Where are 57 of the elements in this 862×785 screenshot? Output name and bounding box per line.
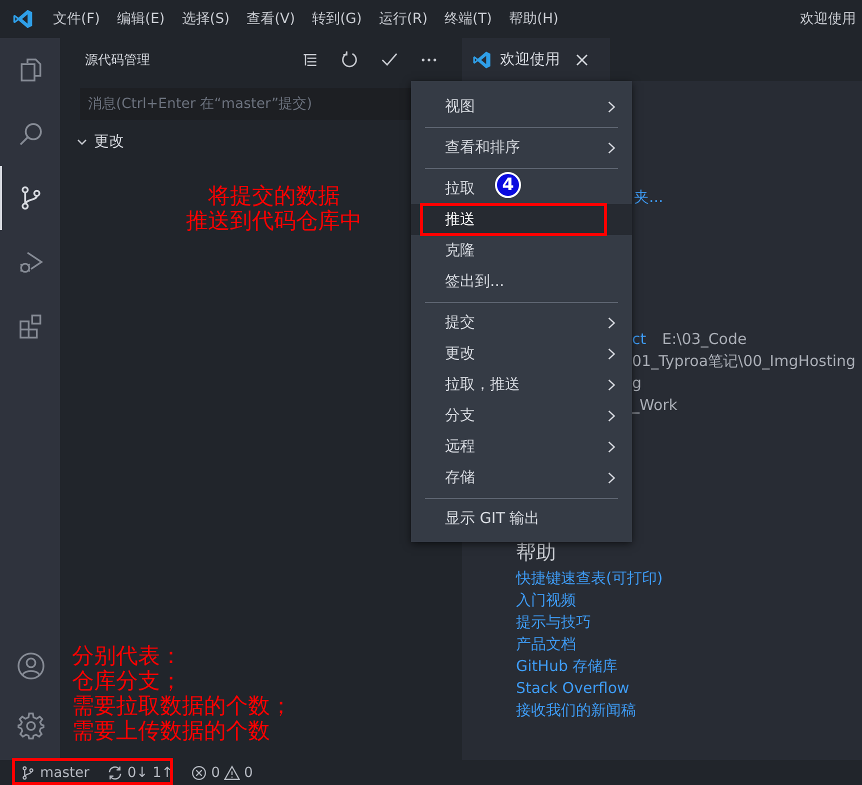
tab-label: 欢迎使用 xyxy=(500,50,560,69)
menu-item[interactable]: 更改 xyxy=(445,344,475,363)
panel-title: 源代码管理 xyxy=(85,52,150,68)
settings-icon[interactable] xyxy=(16,711,46,741)
warning-count: 0 xyxy=(244,764,253,780)
help-link[interactable]: 入门视频 xyxy=(516,591,862,613)
search-icon xyxy=(17,120,45,148)
open-folder-link[interactable]: 夹... xyxy=(634,188,862,207)
recent-project-path: 01_Typroa笔记\00_ImgHosting xyxy=(632,352,856,372)
recent-project-link[interactable]: ct xyxy=(632,330,646,352)
error-count: 0 xyxy=(211,764,220,780)
recent-project-path: E:\03_Code xyxy=(662,330,747,350)
recent-project-path: _Work xyxy=(632,396,678,416)
recent-project-path: g xyxy=(632,374,642,394)
menu-item[interactable]: 终端(T) xyxy=(444,10,492,28)
account-icon[interactable] xyxy=(16,651,46,681)
branch-icon xyxy=(20,764,36,780)
menu-item[interactable]: 查看(V) xyxy=(246,10,296,28)
help-heading: 帮助 xyxy=(516,541,557,563)
refresh-icon[interactable] xyxy=(340,50,359,69)
menu-item[interactable]: 文件(F) xyxy=(53,10,100,28)
editor-logo-icon xyxy=(472,50,492,70)
menu-item[interactable]: 远程 xyxy=(445,437,475,456)
menu-item[interactable]: 签出到... xyxy=(445,272,504,291)
menu-item[interactable]: 视图 xyxy=(445,97,475,116)
menu-item[interactable]: 编辑(E) xyxy=(116,10,165,28)
menu-item[interactable]: 帮助(H) xyxy=(509,10,558,28)
help-link[interactable]: 提示与技巧 xyxy=(516,613,862,635)
menu-item[interactable]: 存储 xyxy=(445,468,475,487)
menu-item[interactable]: 拉取，推送 xyxy=(445,375,520,394)
menu-item[interactable]: 拉取 xyxy=(445,179,475,198)
error-icon xyxy=(191,764,208,780)
branch-status[interactable]: master xyxy=(20,764,90,780)
menu-item[interactable]: 克隆 xyxy=(445,241,475,260)
window-title: 欢迎使用 xyxy=(800,10,856,28)
sync-icon xyxy=(107,764,124,780)
menu-item[interactable]: 提交 xyxy=(445,313,475,332)
help-link[interactable]: 快捷键速查表(可打印) xyxy=(516,569,862,591)
menu-item[interactable]: 选择(S) xyxy=(182,10,230,28)
editor-logo-icon xyxy=(12,8,34,30)
close-icon[interactable] xyxy=(576,54,588,66)
section-label: 更改 xyxy=(94,132,124,151)
menu-item[interactable]: 分支 xyxy=(445,406,475,425)
help-link[interactable]: 接收我们的新闻稿 xyxy=(516,701,862,723)
menu-item[interactable]: 转到(G) xyxy=(312,10,362,28)
annotation-text: 将提交的数据 推送到代码仓库中 xyxy=(186,184,362,234)
problems-status[interactable]: 0 0 xyxy=(191,764,253,780)
help-link[interactable]: Stack Overflow xyxy=(516,679,862,701)
menu-item[interactable]: 运行(R) xyxy=(378,10,428,28)
help-link[interactable]: GitHub 存储库 xyxy=(516,657,862,679)
sync-status[interactable]: 0↓ 1↑ xyxy=(107,764,174,780)
menu-item[interactable]: 显示 GIT 输出 xyxy=(445,509,540,528)
warning-icon xyxy=(224,764,240,780)
annotation-text: 分别代表： 仓库分支； 需要拉取数据的个数； 需要上传数据的个数 xyxy=(72,644,292,744)
editor-tab[interactable]: 欢迎使用 xyxy=(462,38,610,81)
help-link[interactable]: 产品文档 xyxy=(516,635,862,657)
menu-item[interactable]: 查看和排序 xyxy=(445,138,520,157)
